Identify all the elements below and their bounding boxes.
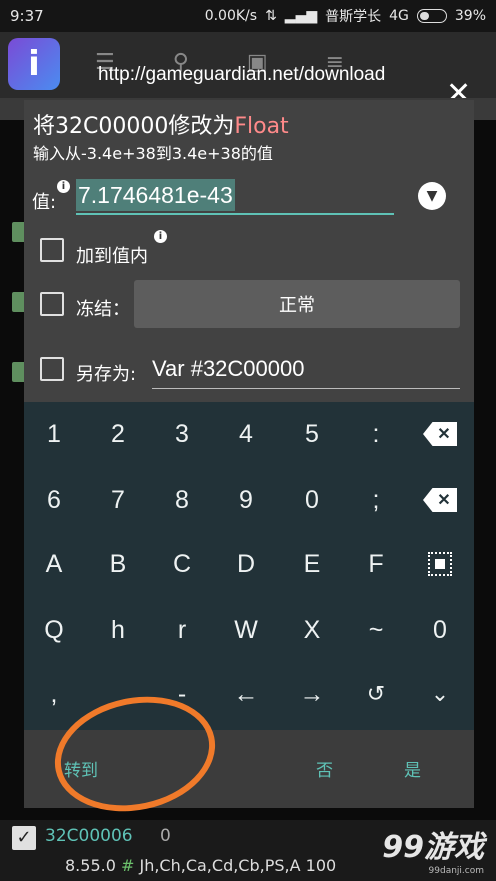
battery-fill bbox=[419, 12, 429, 20]
save-as-label: 另存为: bbox=[76, 364, 137, 385]
add-to-value-label: 加到值内 bbox=[76, 246, 148, 267]
save-as-input[interactable]: Var #32C00000 bbox=[152, 352, 460, 389]
row-value: 0 bbox=[160, 826, 171, 846]
watermark-domain: 99danji.com bbox=[428, 866, 484, 876]
net-speed: 0.00K/s bbox=[204, 8, 258, 24]
key-arrow-left[interactable]: ← bbox=[216, 668, 276, 720]
signal-icon: ▂▄▆ bbox=[284, 8, 318, 24]
dialog-title: 将32C00000修改为Float bbox=[33, 108, 289, 140]
app-toolbar: i ☰ ⚲ ▣ ≡ http://gameguardian.net/downlo… bbox=[0, 32, 496, 111]
clear-icon[interactable]: ✕ bbox=[410, 474, 470, 526]
key-zero-alt[interactable]: 0 bbox=[410, 604, 470, 656]
carrier-name: 普斯学长 bbox=[325, 9, 382, 25]
gameguardian-logo-icon[interactable]: i bbox=[8, 38, 60, 90]
status-bar: 9:37 0.00K/s ⇅ ▂▄▆ 普斯学长 4G 39% bbox=[0, 0, 496, 32]
key-5[interactable]: 5 bbox=[282, 408, 342, 460]
key-b[interactable]: B bbox=[88, 538, 148, 590]
freeze-checkbox[interactable] bbox=[40, 292, 64, 316]
add-to-value-checkbox[interactable] bbox=[40, 238, 64, 262]
key-3[interactable]: 3 bbox=[152, 408, 212, 460]
key-9[interactable]: 9 bbox=[216, 474, 276, 526]
key-4[interactable]: 4 bbox=[216, 408, 276, 460]
row-address: 32C00006 bbox=[45, 826, 133, 846]
key-c[interactable]: C bbox=[152, 538, 212, 590]
edit-value-dialog: 将32C00000修改为Float 输入从-3.4e+38到3.4e+38的值 … bbox=[24, 100, 474, 402]
freeze-mode-button[interactable]: 正常 bbox=[134, 280, 460, 328]
battery-percent: 39% bbox=[454, 8, 486, 24]
status-right: 0.00K/s ⇅ ▂▄▆ 普斯学长 4G 39% bbox=[205, 6, 486, 26]
key-d[interactable]: D bbox=[216, 538, 276, 590]
wifi-icon: ⇅ bbox=[265, 8, 277, 24]
key-e[interactable]: E bbox=[282, 538, 342, 590]
key-colon[interactable]: : bbox=[346, 408, 406, 460]
chevron-down-icon[interactable]: ▼ bbox=[418, 182, 446, 210]
key-h[interactable]: h bbox=[88, 604, 148, 656]
download-url[interactable]: http://gameguardian.net/download bbox=[98, 64, 385, 86]
key-semicolon[interactable]: ; bbox=[346, 474, 406, 526]
key-7[interactable]: 7 bbox=[88, 474, 148, 526]
select-all-icon[interactable] bbox=[410, 538, 470, 590]
dialog-range-hint: 输入从-3.4e+38到3.4e+38的值 bbox=[33, 144, 273, 163]
collapse-keyboard-icon[interactable]: ⌄ bbox=[410, 668, 470, 720]
hex-keyboard: 1 2 3 4 5 : ✕ 6 7 8 9 0 ; ✕ A B C D E F … bbox=[24, 402, 474, 730]
freeze-label: 冻结： bbox=[76, 299, 130, 320]
key-tilde[interactable]: ~ bbox=[346, 604, 406, 656]
key-f[interactable]: F bbox=[346, 538, 406, 590]
status-time: 9:37 bbox=[10, 7, 44, 25]
yes-button[interactable]: 是 bbox=[404, 756, 421, 781]
region-filters: Jh,Ch,Ca,Cd,Cb,PS,A bbox=[139, 856, 301, 875]
key-1[interactable]: 1 bbox=[24, 408, 84, 460]
no-button[interactable]: 否 bbox=[316, 756, 333, 781]
result-count: 100 bbox=[305, 856, 337, 875]
key-x[interactable]: X bbox=[282, 604, 342, 656]
key-q[interactable]: Q bbox=[24, 604, 84, 656]
key-w[interactable]: W bbox=[216, 604, 276, 656]
value-input[interactable]: 7.1746481e-43 bbox=[76, 179, 394, 215]
hash-symbol: # bbox=[120, 856, 135, 875]
key-a[interactable]: A bbox=[24, 538, 84, 590]
key-8[interactable]: 8 bbox=[152, 474, 212, 526]
app-footer: 8.55.0 # Jh,Ch,Ca,Cd,Cb,PS,A 100 bbox=[65, 856, 336, 875]
watermark-brand: 99游戏 bbox=[382, 830, 484, 865]
app-version: 8.55.0 bbox=[65, 856, 116, 875]
battery-icon bbox=[416, 9, 447, 23]
backspace-icon[interactable]: ✕ bbox=[410, 408, 470, 460]
network-type: 4G bbox=[389, 8, 409, 24]
dialog-title-type: Float bbox=[234, 114, 289, 139]
save-as-checkbox[interactable] bbox=[40, 357, 64, 381]
key-r[interactable]: r bbox=[152, 604, 212, 656]
value-info-icon[interactable]: i bbox=[57, 180, 70, 193]
key-arrow-right[interactable]: → bbox=[282, 668, 342, 720]
add-to-value-info-icon[interactable]: i bbox=[154, 230, 167, 243]
watermark-logo: 99游戏 99danji.com bbox=[382, 822, 484, 876]
dialog-title-prefix: 将32C00000修改为 bbox=[33, 114, 235, 139]
value-input-text: 7.1746481e-43 bbox=[76, 179, 235, 211]
key-6[interactable]: 6 bbox=[24, 474, 84, 526]
value-label: 值: bbox=[32, 192, 57, 213]
key-comma[interactable]: , bbox=[24, 668, 84, 720]
key-0[interactable]: 0 bbox=[282, 474, 342, 526]
key-2[interactable]: 2 bbox=[88, 408, 148, 460]
row-checkbox[interactable]: ✓ bbox=[12, 826, 36, 850]
history-icon[interactable]: ↺ bbox=[346, 668, 406, 720]
